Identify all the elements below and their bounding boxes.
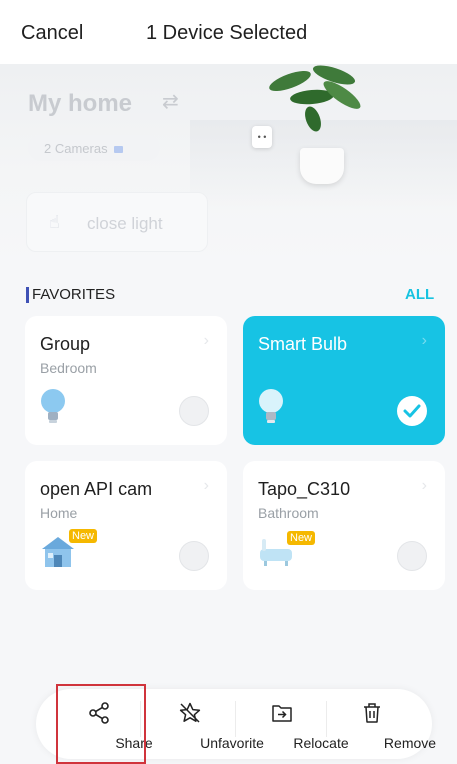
- toolbar-divider: [326, 701, 327, 737]
- unfavorite-button[interactable]: Unfavorite: [148, 689, 264, 759]
- tap-hand-icon: ☝: [49, 212, 60, 232]
- new-badge: New: [287, 531, 316, 545]
- switch-home-icon[interactable]: ⇄: [162, 89, 179, 114]
- device-room: Home: [40, 505, 78, 521]
- cameras-chip[interactable]: 2 Cameras: [28, 135, 160, 161]
- bulb-icon: [40, 388, 66, 429]
- device-card-tapo-c310[interactable]: Tapo_C310 Bathroom › New: [243, 461, 445, 590]
- remove-label: Remove: [383, 735, 437, 751]
- device-name: Group: [40, 334, 91, 354]
- chevron-right-icon: ›: [203, 477, 209, 494]
- device-card-group[interactable]: Group Bedroom ›: [25, 316, 227, 445]
- relocate-button[interactable]: Relocate: [243, 689, 349, 759]
- select-radio[interactable]: [179, 541, 209, 571]
- camera-icon: [114, 146, 124, 154]
- relocate-folder-icon: [270, 701, 294, 730]
- cancel-button[interactable]: Cancel: [21, 22, 83, 45]
- unfavorite-star-icon: [178, 701, 202, 730]
- new-badge: New: [69, 529, 98, 543]
- chevron-right-icon: ›: [203, 332, 209, 349]
- select-radio[interactable]: [179, 396, 209, 426]
- top-bar: Cancel 1 Device Selected: [0, 0, 457, 64]
- scene-card[interactable]: ☝ close light: [26, 192, 208, 252]
- home-name[interactable]: My home: [28, 90, 132, 118]
- device-card-smart-bulb[interactable]: Smart Bulb ›: [243, 316, 445, 445]
- cameras-chip-label: 2 Cameras: [44, 141, 108, 156]
- device-name: Tapo_C310: [258, 479, 351, 499]
- selected-check-icon[interactable]: [397, 396, 427, 426]
- device-name: Smart Bulb: [258, 334, 348, 354]
- device-name: open API cam: [40, 479, 153, 499]
- page-title: 1 Device Selected: [146, 22, 308, 44]
- device-card-open-api-cam[interactable]: open API cam Home › New: [25, 461, 227, 590]
- select-radio[interactable]: [397, 541, 427, 571]
- favorites-accent-bar: [26, 287, 29, 303]
- chevron-right-icon: ›: [421, 477, 427, 494]
- device-room: Bedroom: [40, 360, 97, 376]
- smart-plug-illustration: • •: [252, 126, 272, 148]
- remove-button[interactable]: Remove: [334, 689, 436, 759]
- chevron-right-icon: ›: [421, 332, 427, 349]
- device-room: Bathroom: [258, 505, 319, 521]
- share-highlight-box: [56, 684, 146, 764]
- scene-label: close light: [87, 214, 163, 233]
- trash-icon: [360, 701, 384, 730]
- all-favorites-link[interactable]: ALL: [405, 286, 434, 303]
- bulb-icon: [258, 388, 284, 429]
- home-banner: • • My home ⇄ 2 Cameras ☝ close light: [0, 64, 457, 264]
- favorites-title: FAVORITES: [32, 286, 116, 303]
- toolbar-divider: [235, 701, 236, 737]
